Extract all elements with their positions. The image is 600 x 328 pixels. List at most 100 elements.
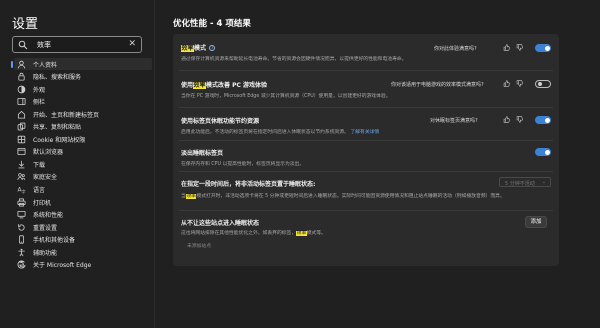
sidebar-item-label: 系统和性能 (33, 212, 64, 220)
sleeping-tabs-title: 使用标签页休眠功能节约资源 (181, 118, 260, 125)
sidebar-item-label: Cookie 和网站权限 (33, 136, 86, 144)
person-icon (16, 59, 26, 69)
feedback-text: 模式满意吗? (456, 82, 484, 88)
cookie-icon (16, 134, 26, 144)
gaming-efficiency-toggle[interactable] (535, 80, 551, 88)
add-site-button[interactable]: 添加 (525, 216, 547, 228)
title-text: 模式 (194, 45, 207, 52)
feedback-text: 你对该适用于电脑游戏的 (391, 82, 447, 88)
sleeping-tabs-row: 使用标签页休眠功能节约资源 启用此功能后，不活动的标签页将在指定时间后进入休眠状… (173, 108, 559, 140)
never-sleep-title: 从不让这些站点进入睡眠状态 (181, 220, 260, 227)
efficiency-mode-desc: 通过保存计算机资源来帮助延长电池寿命。节省的资源会因硬件情况而异，以提供更好的性… (181, 57, 407, 62)
gaming-efficiency-desc: 当你在 PC 游戏时，Microsoft Edge 减少其计算机资源（CPU）使… (181, 92, 391, 99)
thumbs-up-icon[interactable] (503, 44, 510, 51)
search-icon (18, 40, 28, 50)
help-icon[interactable]: ? (209, 44, 216, 51)
chevron-down-icon: ⌄ (541, 179, 546, 185)
settings-search-input[interactable]: 效率 ✕ (12, 36, 142, 53)
sidebar-item-family[interactable]: 家庭安全 (14, 171, 152, 183)
sidebar-item-label: 默认浏览器 (33, 149, 64, 157)
desc-text: 模式打开时，非活动选项卡将在 5 分钟或更短时间后进入睡眠状态。实际时间可能因资… (196, 194, 505, 199)
thumbs-down-icon[interactable] (516, 116, 523, 123)
sidebar-icon (16, 97, 26, 107)
sidebar-item-cookies[interactable]: Cookie 和网站权限 (14, 133, 152, 145)
sidebar-item-label: 外观 (33, 86, 46, 94)
inactive-sleep-title: 在指定一段时间后，将非活动标签页置于睡眠状态: (181, 181, 316, 188)
thumbs-down-icon[interactable] (516, 80, 523, 87)
page-title: 优化性能 - 4 项结果 (173, 19, 251, 29)
sleeping-tabs-toggle[interactable] (535, 116, 551, 124)
lock-icon (16, 72, 26, 82)
browser-icon (16, 147, 26, 157)
sidebar-item-share[interactable]: 共享、复制和粘贴 (14, 121, 152, 133)
phone-icon (16, 235, 26, 245)
language-icon: A字 (16, 184, 26, 194)
sidebar-item-printers[interactable]: 打印机 (14, 196, 152, 208)
sidebar-nav: 个人资料 隐私、搜索和服务 外观 侧栏 开始、主页和新建标签页 共享、复制和粘贴… (11, 58, 152, 271)
sidebar-item-languages[interactable]: A字 语言 (14, 183, 152, 195)
svg-text:字: 字 (21, 188, 25, 194)
sidebar-item-label: 语言 (33, 186, 46, 194)
sidebar-item-label: 辅助功能 (33, 249, 58, 257)
sidebar-item-accessibility[interactable]: 辅助功能 (14, 246, 152, 258)
search-highlight: 效率 (185, 194, 197, 199)
printer-icon (16, 197, 26, 207)
gaming-efficiency-title: 使用效率模式改善 PC 游戏体验 (181, 80, 267, 89)
title-text: 使用 (181, 82, 194, 89)
sidebar-item-appearance[interactable]: 外观 (14, 83, 152, 95)
thumbs-up-icon[interactable] (503, 80, 510, 87)
sidebar-item-label: 隐私、搜索和服务 (33, 74, 82, 82)
fade-sleeping-tabs-row: 淡出睡眠标签页 在保存内存和 CPU 以提高性能时，标签页将显示为淡出。 (173, 141, 559, 171)
sidebar-item-phone[interactable]: 手机和其他设备 (14, 234, 152, 246)
thumbs-down-icon[interactable] (516, 44, 523, 51)
sidebar-item-label: 开始、主页和新建标签页 (33, 111, 100, 119)
sidebar-item-sidebar[interactable]: 侧栏 (14, 96, 152, 108)
feedback-text: 效率 (446, 82, 457, 88)
desc-text: 模式等。 (306, 231, 326, 236)
sidebar-item-label: 手机和其他设备 (33, 237, 76, 245)
sidebar-item-system[interactable]: 系统和性能 (14, 209, 152, 221)
download-icon (16, 159, 26, 169)
desc-text: 启用此功能后，不活动的标签页将在指定时间后进入休眠状态以节约系统资源。 (181, 130, 349, 135)
sidebar-item-about[interactable]: 关于 Microsoft Edge (14, 259, 152, 271)
sidebar-item-profile[interactable]: 个人资料 (11, 58, 152, 70)
sidebar-item-label: 打印机 (33, 199, 52, 207)
sidebar-item-downloads[interactable]: 下载 (14, 158, 152, 170)
sidebar-item-reset[interactable]: 重置设置 (14, 221, 152, 233)
search-value: 效率 (37, 41, 51, 49)
feedback-prompt: 对休眠标签页满意吗? (430, 118, 478, 124)
sidebar-item-label: 下载 (33, 161, 46, 169)
empty-list-text: 未添加站点 (187, 244, 211, 249)
sidebar-item-privacy[interactable]: 隐私、搜索和服务 (14, 71, 152, 83)
efficiency-mode-row: 效率模式? 通过保存计算机资源来帮助延长电池寿命。节省的资源会因硬件情况而异，以… (173, 34, 559, 67)
sidebar-item-label: 重置设置 (33, 224, 58, 232)
learn-more-link[interactable]: 了解有关详情 (350, 130, 379, 135)
fade-sleeping-tabs-title: 淡出睡眠标签页 (181, 150, 224, 157)
sidebar-item-label: 共享、复制和粘贴 (33, 124, 82, 132)
close-icon[interactable]: ✕ (128, 39, 136, 50)
never-sleep-desc: 这也将网站排除在其他性能优化之外，如丢弃的标签，效率模式等。 (181, 229, 326, 236)
inactive-sleep-row: 在指定一段时间后，将非活动标签页置于睡眠状态: 当效率模式打开时，非活动选项卡将… (173, 172, 559, 210)
efficiency-mode-toggle[interactable] (535, 44, 551, 52)
sidebar-item-start-home[interactable]: 开始、主页和新建标签页 (14, 108, 152, 120)
reset-icon (16, 222, 26, 232)
optimize-performance-panel: 效率 模式? 通过保存计算机资源来帮助延长电池寿命。节省的资源会因硬件情况而异，以… (173, 34, 559, 266)
desc-text: 当你在 PC 游戏时，Microsoft Edge 减少其计算机资源（CPU）使… (181, 94, 391, 99)
edge-icon (16, 260, 26, 270)
sleeping-tabs-desc: 启用此功能后，不活动的标签页将在指定时间后进入休眠状态以节约系统资源。 了解有关… (181, 128, 379, 135)
sidebar-item-label: 侧栏 (33, 99, 46, 107)
sidebar-item-default-browser[interactable]: 默认浏览器 (14, 146, 152, 158)
home-icon (16, 109, 26, 119)
sidebar-item-label: 个人资料 (33, 61, 58, 69)
sidebar-item-label: 关于 Microsoft Edge (33, 262, 92, 270)
fade-sleeping-tabs-toggle[interactable] (535, 148, 551, 156)
thumbs-up-icon[interactable] (503, 116, 510, 123)
settings-main: 优化性能 - 4 项结果 效率 模式? 通过保存计算机资源来帮助延长电池寿命。节省… (155, 0, 600, 328)
system-icon (16, 210, 26, 220)
family-icon (16, 172, 26, 182)
accessibility-icon (16, 247, 26, 257)
inactive-timeout-select[interactable]: 5 分钟不活动 ⌄ (499, 177, 551, 187)
search-highlight: 效率 (296, 231, 307, 236)
feedback-prompt: 你对此体验满意吗? (434, 46, 477, 52)
sidebar-title: 设置 (12, 17, 39, 32)
